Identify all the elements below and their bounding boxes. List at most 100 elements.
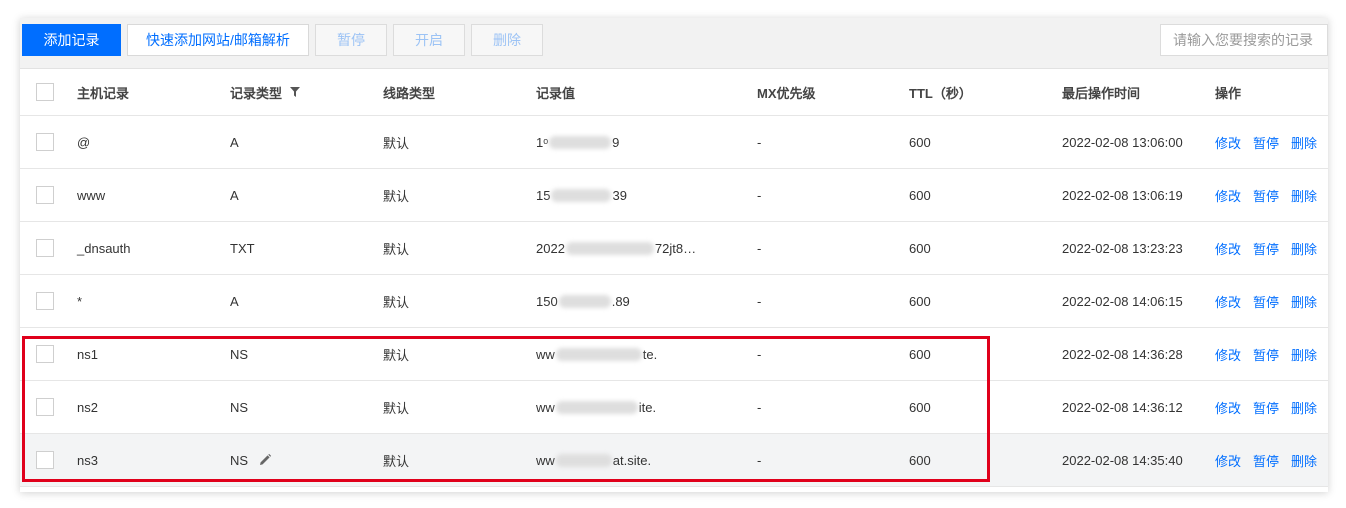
value-end: te. bbox=[642, 346, 658, 362]
edit-link[interactable]: 修改 bbox=[1215, 133, 1241, 152]
delete-link[interactable]: 删除 bbox=[1291, 345, 1317, 364]
updated-cell: 2022-02-08 14:06:15 bbox=[1062, 293, 1183, 309]
value-cell: 15 39 bbox=[536, 169, 627, 221]
updated-cell: 2022-02-08 14:36:12 bbox=[1062, 399, 1183, 415]
updated-cell: 2022-02-08 14:35:40 bbox=[1062, 452, 1183, 468]
row-checkbox[interactable] bbox=[36, 133, 54, 151]
value-cell: ww ite. bbox=[536, 381, 656, 433]
host-cell: www bbox=[77, 187, 106, 203]
delete-link[interactable]: 删除 bbox=[1291, 292, 1317, 311]
value-start: 150 bbox=[536, 293, 558, 309]
edit-link[interactable]: 修改 bbox=[1215, 345, 1241, 364]
value-start: 15 bbox=[536, 187, 551, 203]
col-value: 记录值 bbox=[536, 85, 576, 101]
row-checkbox[interactable] bbox=[36, 239, 54, 257]
row-checkbox[interactable] bbox=[36, 451, 54, 469]
ttl-cell: 600 bbox=[909, 452, 931, 468]
updated-cell: 2022-02-08 13:06:00 bbox=[1062, 134, 1183, 150]
mx-cell: - bbox=[757, 452, 762, 468]
delete-link[interactable]: 删除 bbox=[1291, 186, 1317, 205]
line-cell: 默认 bbox=[383, 294, 410, 310]
delete-link[interactable]: 删除 bbox=[1291, 239, 1317, 258]
col-updated: 最后操作时间 bbox=[1062, 85, 1141, 101]
search-input[interactable] bbox=[1160, 24, 1328, 56]
value-cell: ww te. bbox=[536, 328, 657, 380]
type-cell: NS bbox=[230, 399, 249, 415]
col-type: 记录类型 bbox=[230, 69, 301, 115]
updated-cell: 2022-02-08 14:36:28 bbox=[1062, 346, 1183, 362]
line-cell: 默认 bbox=[383, 241, 410, 257]
edit-link[interactable]: 修改 bbox=[1215, 398, 1241, 417]
pause-link[interactable]: 暂停 bbox=[1253, 292, 1279, 311]
value-end: .89 bbox=[611, 293, 630, 309]
col-actions: 操作 bbox=[1215, 85, 1242, 101]
delete-link[interactable]: 删除 bbox=[1291, 398, 1317, 417]
enable-button[interactable]: 开启 bbox=[393, 24, 465, 56]
ttl-cell: 600 bbox=[909, 187, 931, 203]
value-cell: 1ᵒ 9 bbox=[536, 116, 619, 168]
row-checkbox[interactable] bbox=[36, 398, 54, 416]
redacted-blur bbox=[549, 135, 612, 149]
ttl-cell: 600 bbox=[909, 134, 931, 150]
type-cell: NS bbox=[230, 434, 272, 486]
table-row: @ A 默认 1ᵒ 9 - 600 2022-02-08 13:06:00 修改 … bbox=[20, 116, 1328, 169]
line-cell: 默认 bbox=[383, 400, 410, 416]
row-checkbox[interactable] bbox=[36, 292, 54, 310]
table-row: ns1 NS 默认 ww te. - 600 2022-02-08 14:36:2… bbox=[20, 328, 1328, 381]
pencil-icon[interactable] bbox=[258, 453, 272, 467]
pause-button[interactable]: 暂停 bbox=[315, 24, 387, 56]
edit-link[interactable]: 修改 bbox=[1215, 292, 1241, 311]
redacted-blur bbox=[565, 241, 654, 255]
filter-icon[interactable] bbox=[290, 87, 301, 97]
value-end: 72jt8… bbox=[654, 240, 697, 256]
mx-cell: - bbox=[757, 187, 762, 203]
updated-cell: 2022-02-08 13:06:19 bbox=[1062, 187, 1183, 203]
updated-cell: 2022-02-08 13:23:23 bbox=[1062, 240, 1183, 256]
line-cell: 默认 bbox=[383, 347, 410, 363]
table-row: _dnsauth TXT 默认 2022 72jt8… - 600 2022-02… bbox=[20, 222, 1328, 275]
row-checkbox[interactable] bbox=[36, 186, 54, 204]
pause-link[interactable]: 暂停 bbox=[1253, 239, 1279, 258]
pause-link[interactable]: 暂停 bbox=[1253, 398, 1279, 417]
pause-link[interactable]: 暂停 bbox=[1253, 345, 1279, 364]
value-end: 39 bbox=[612, 187, 627, 203]
ttl-cell: 600 bbox=[909, 399, 931, 415]
delete-link[interactable]: 删除 bbox=[1291, 133, 1317, 152]
type-cell: A bbox=[230, 293, 239, 309]
dns-records-panel: 添加记录 快速添加网站/邮箱解析 暂停 开启 删除 主机记录 记录类型 线路类型… bbox=[20, 18, 1328, 492]
pause-link[interactable]: 暂停 bbox=[1253, 186, 1279, 205]
pause-link[interactable]: 暂停 bbox=[1253, 451, 1279, 470]
value-start: ww bbox=[536, 346, 555, 362]
edit-link[interactable]: 修改 bbox=[1215, 451, 1241, 470]
type-cell: A bbox=[230, 134, 239, 150]
actions-cell: 修改 暂停 删除 bbox=[1215, 275, 1329, 327]
col-type-label: 记录类型 bbox=[230, 85, 283, 101]
line-cell: 默认 bbox=[383, 188, 410, 204]
table-row: * A 默认 150.89 - 600 2022-02-08 14:06:15 … bbox=[20, 275, 1328, 328]
value-end: 9 bbox=[612, 134, 620, 150]
redacted-blur bbox=[555, 400, 638, 414]
edit-link[interactable]: 修改 bbox=[1215, 239, 1241, 258]
delete-link[interactable]: 删除 bbox=[1291, 451, 1317, 470]
type-cell: A bbox=[230, 187, 239, 203]
actions-cell: 修改 暂停 删除 bbox=[1215, 328, 1329, 380]
delete-button[interactable]: 删除 bbox=[471, 24, 543, 56]
ttl-cell: 600 bbox=[909, 346, 931, 362]
col-line: 线路类型 bbox=[383, 85, 436, 101]
type-cell: NS bbox=[230, 346, 249, 362]
pause-link[interactable]: 暂停 bbox=[1253, 133, 1279, 152]
col-ttl: TTL（秒） bbox=[909, 85, 972, 101]
value-end: ite. bbox=[638, 399, 657, 415]
value-cell: 2022 72jt8… bbox=[536, 222, 696, 274]
table-row: ns2 NS 默认 ww ite. - 600 2022-02-08 14:36:… bbox=[20, 381, 1328, 434]
type-label: NS bbox=[230, 452, 249, 468]
redacted-blur bbox=[555, 347, 642, 361]
actions-cell: 修改 暂停 删除 bbox=[1215, 381, 1329, 433]
row-checkbox[interactable] bbox=[36, 345, 54, 363]
edit-link[interactable]: 修改 bbox=[1215, 186, 1241, 205]
quick-add-button[interactable]: 快速添加网站/邮箱解析 bbox=[127, 24, 309, 56]
host-cell: ns1 bbox=[77, 346, 98, 362]
add-record-button[interactable]: 添加记录 bbox=[22, 24, 121, 56]
type-cell: TXT bbox=[230, 240, 255, 256]
select-all-checkbox[interactable] bbox=[36, 83, 54, 101]
